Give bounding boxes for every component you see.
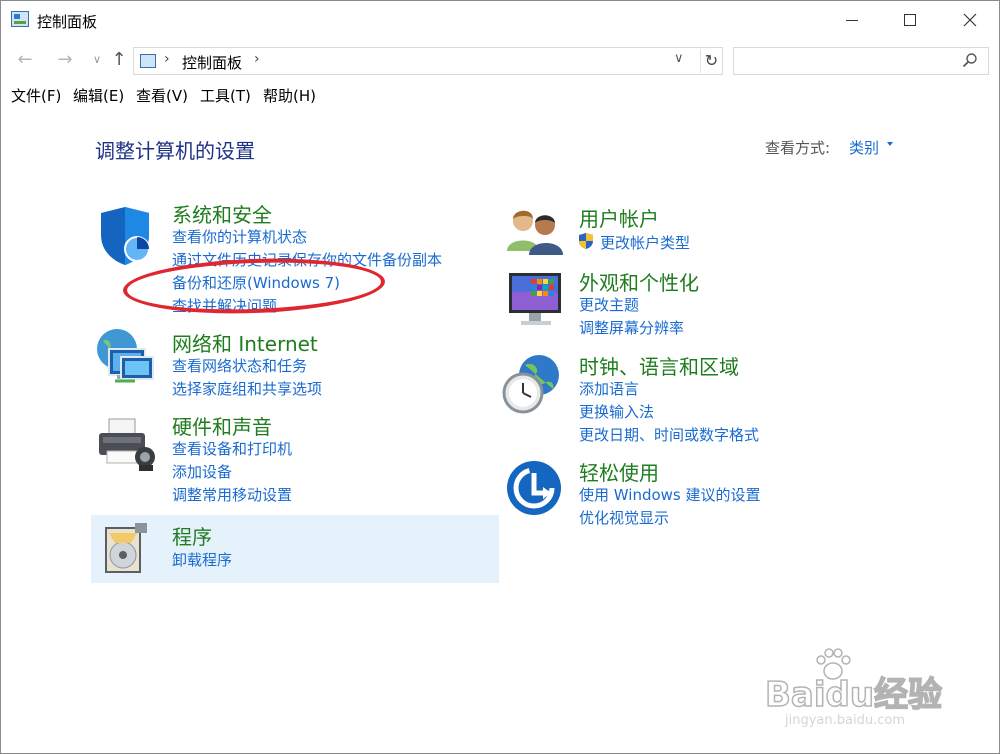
- control-panel-icon: [11, 11, 29, 27]
- refresh-button[interactable]: ↻: [700, 49, 722, 73]
- annotation-ellipse: [122, 254, 386, 318]
- breadcrumb-control-panel[interactable]: 控制面板: [182, 52, 242, 73]
- network-icon: [97, 329, 154, 383]
- menu-view[interactable]: 查看(V): [136, 85, 188, 106]
- search-icon[interactable]: [962, 52, 978, 68]
- programs-icon: [105, 523, 147, 573]
- breadcrumb-separator[interactable]: ›: [164, 51, 170, 67]
- baidu-watermark: Baidu经验 jingyan.baidu.com: [764, 647, 955, 737]
- link-change-input-method[interactable]: 更换输入法: [579, 401, 654, 422]
- maximize-button[interactable]: [881, 1, 939, 39]
- category-title[interactable]: 硬件和声音: [172, 411, 272, 440]
- window-title: 控制面板: [37, 13, 98, 31]
- programs-highlight: [91, 515, 499, 583]
- link-view-computer-status[interactable]: 查看你的计算机状态: [172, 226, 307, 247]
- category-title[interactable]: 用户帐户: [579, 203, 659, 232]
- link-homegroup[interactable]: 选择家庭组和共享选项: [172, 378, 322, 399]
- link-recommended-settings[interactable]: 使用 Windows 建议的设置: [579, 484, 761, 505]
- link-date-time-format[interactable]: 更改日期、时间或数字格式: [579, 424, 759, 445]
- link-network-status[interactable]: 查看网络状态和任务: [172, 355, 307, 376]
- menu-help[interactable]: 帮助(H): [263, 85, 316, 106]
- link-add-language[interactable]: 添加语言: [579, 378, 639, 399]
- category-title[interactable]: 网络和 Internet: [172, 328, 318, 357]
- menu-edit[interactable]: 编辑(E): [73, 85, 124, 106]
- view-by-dropdown[interactable]: 类别: [849, 137, 879, 158]
- recent-locations-button[interactable]: ∨: [85, 49, 109, 73]
- link-add-device[interactable]: 添加设备: [172, 461, 232, 482]
- link-change-theme[interactable]: 更改主题: [579, 294, 639, 315]
- watermark-url: jingyan.baidu.com: [785, 713, 905, 728]
- navigation-bar: ← → ∨ ↑ › 控制面板 › ∨ ↻: [1, 45, 999, 77]
- category-title[interactable]: 时钟、语言和区域: [579, 351, 739, 380]
- watermark-brand: Baidu经验: [764, 674, 943, 716]
- address-bar[interactable]: › 控制面板 › ∨ ↻: [133, 47, 723, 75]
- link-mobility-settings[interactable]: 调整常用移动设置: [172, 484, 292, 505]
- minimize-icon: [846, 19, 858, 21]
- close-icon: [963, 13, 977, 27]
- view-by-label: 查看方式:: [765, 139, 831, 157]
- forward-button[interactable]: →: [53, 49, 77, 73]
- close-button[interactable]: [941, 1, 999, 39]
- users-icon: [507, 210, 563, 255]
- link-uninstall-program[interactable]: 卸载程序: [172, 549, 232, 570]
- link-devices-printers[interactable]: 查看设备和打印机: [172, 438, 292, 459]
- back-button[interactable]: ←: [13, 49, 37, 73]
- control-panel-icon: [140, 54, 156, 68]
- link-change-account-type[interactable]: 更改帐户类型: [600, 232, 690, 253]
- title-bar: 控制面板: [1, 1, 999, 39]
- page-title: 调整计算机的设置: [95, 139, 255, 163]
- minimize-button[interactable]: [823, 1, 881, 39]
- personalization-icon: [509, 273, 561, 325]
- address-dropdown-button[interactable]: ∨: [674, 51, 684, 66]
- content-area: 调整计算机的设置 查看方式: 类别 系统和安全 查看你的计算机状态 通过文件历史…: [1, 109, 999, 753]
- maximize-icon: [904, 14, 916, 26]
- ease-of-access-icon: [507, 461, 561, 515]
- menu-bar: 文件(F) 编辑(E) 查看(V) 工具(T) 帮助(H): [1, 83, 999, 107]
- control-panel-window: 控制面板 ← → ∨ ↑ › 控制面板 › ∨ ↻ 文件(F) 编辑(E) 查看…: [0, 0, 1000, 754]
- up-button[interactable]: ↑: [107, 49, 131, 73]
- printer-icon: [99, 418, 155, 471]
- shield-icon: [101, 207, 150, 265]
- category-title[interactable]: 轻松使用: [579, 457, 659, 486]
- category-title[interactable]: 外观和个性化: [579, 267, 699, 296]
- link-screen-resolution[interactable]: 调整屏幕分辨率: [579, 317, 684, 338]
- menu-file[interactable]: 文件(F): [11, 85, 61, 106]
- breadcrumb-separator[interactable]: ›: [254, 51, 260, 67]
- category-title[interactable]: 系统和安全: [172, 199, 272, 228]
- menu-tools[interactable]: 工具(T): [200, 85, 251, 106]
- clock-globe-icon: [502, 355, 559, 414]
- category-title[interactable]: 程序: [172, 521, 212, 550]
- uac-shield-icon: [579, 233, 593, 249]
- search-input[interactable]: [733, 47, 989, 75]
- chevron-down-icon[interactable]: [887, 142, 893, 146]
- link-optimize-display[interactable]: 优化视觉显示: [579, 507, 669, 528]
